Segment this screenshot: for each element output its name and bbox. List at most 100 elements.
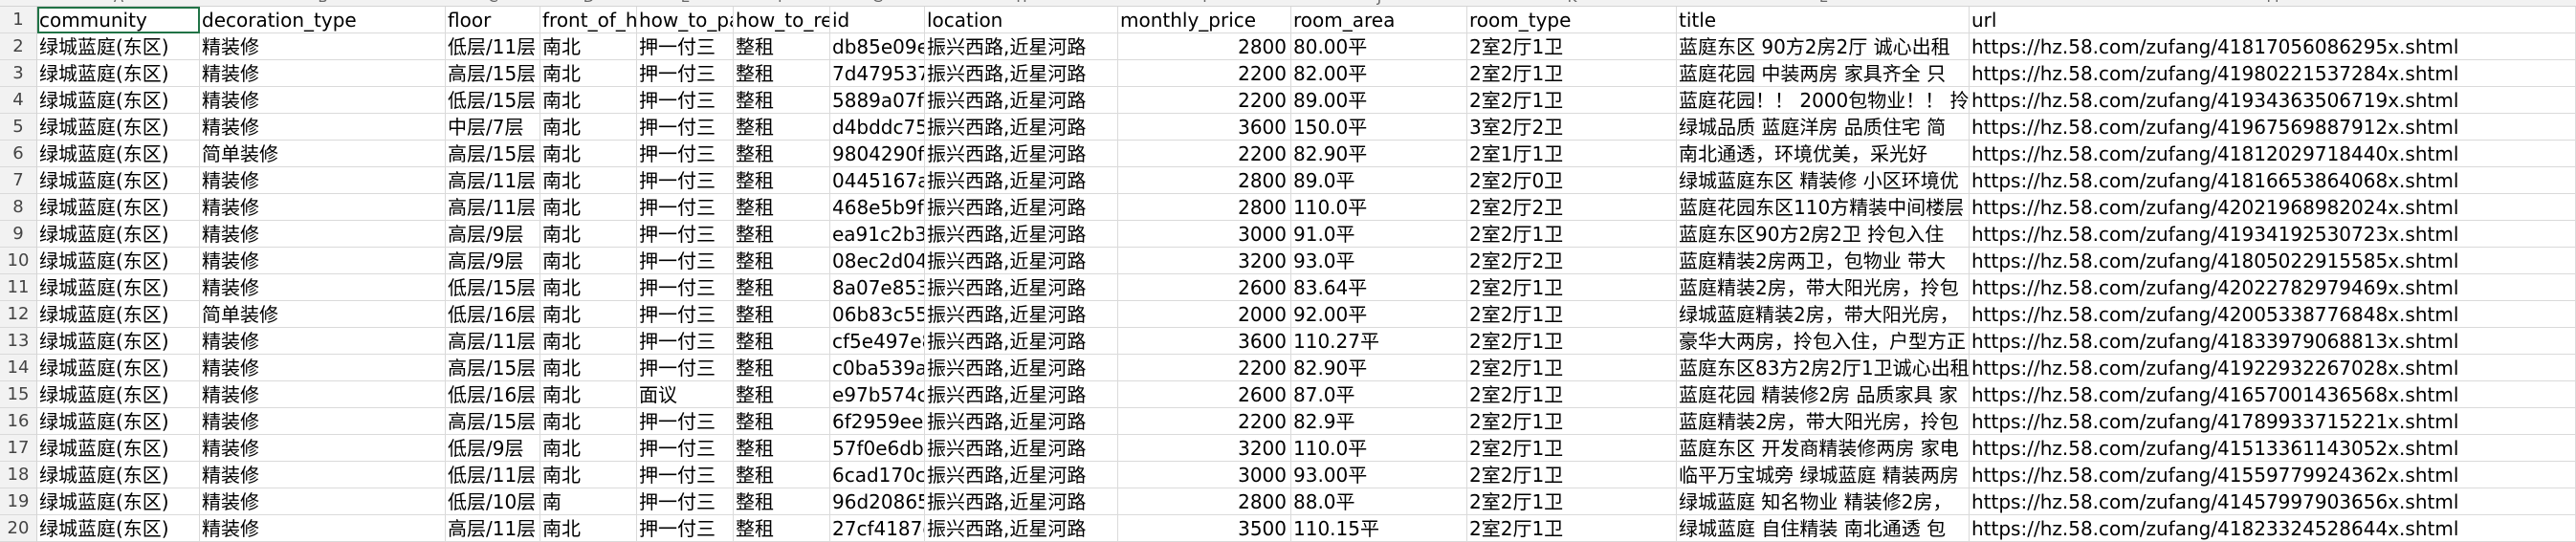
cell-url[interactable]: https://hz.58.com/zufang/42022782979469x… [1970, 274, 2576, 301]
cell-monthly-price[interactable]: 3200 [1118, 248, 1291, 274]
row-number[interactable]: 8 [0, 194, 36, 221]
cell-front-of-house[interactable]: 南北 [540, 221, 637, 248]
cell-title[interactable]: 蓝庭精装2房，带大阳光房，拎包 [1677, 408, 1970, 435]
cell-floor[interactable]: 高层/11层 [446, 194, 540, 221]
cell-url[interactable]: https://hz.58.com/zufang/41980221537284x… [1970, 60, 2576, 87]
cell-how-to-rent[interactable]: 整租 [734, 301, 830, 328]
cell-room-type[interactable]: 2室2厅1卫 [1467, 33, 1677, 60]
cell-how-to-rent[interactable]: 整租 [734, 462, 830, 488]
cell-title[interactable]: 绿城蓝庭 自住精装 南北通透 包 [1677, 515, 1970, 542]
row-number[interactable]: 17 [0, 435, 36, 462]
cell-room-type[interactable]: 3室2厅2卫 [1467, 114, 1677, 141]
cell-title[interactable]: 蓝庭东区 开发商精装修两房 家电 [1677, 435, 1970, 462]
cell-id[interactable]: c0ba539a [830, 355, 925, 381]
cell-community[interactable]: 绿城蓝庭(东区) [37, 328, 200, 355]
cell-floor[interactable]: 高层/15层 [446, 355, 540, 381]
cell-room-area[interactable]: 82.90平 [1291, 141, 1467, 167]
column-letter[interactable]: B [200, 0, 446, 6]
cell-room-type[interactable]: 2室2厅1卫 [1467, 60, 1677, 87]
header-cell-title[interactable]: title [1677, 7, 1970, 33]
cell-how-to-pay[interactable]: 押一付三 [637, 141, 734, 167]
cell-community[interactable]: 绿城蓝庭(东区) [37, 462, 200, 488]
header-cell-monthly-price[interactable]: monthly_price [1118, 7, 1291, 33]
cell-decoration-type[interactable]: 精装修 [200, 435, 446, 462]
cell-front-of-house[interactable]: 南北 [540, 355, 637, 381]
cell-front-of-house[interactable]: 南北 [540, 381, 637, 408]
cell-how-to-rent[interactable]: 整租 [734, 141, 830, 167]
cell-floor[interactable]: 低层/16层 [446, 301, 540, 328]
cell-room-area[interactable]: 92.00平 [1291, 301, 1467, 328]
cell-room-area[interactable]: 88.0平 [1291, 488, 1467, 515]
cell-url[interactable]: https://hz.58.com/zufang/41513361143052x… [1970, 435, 2576, 462]
column-letter[interactable]: L [1677, 0, 1970, 6]
cell-id[interactable]: 5889a07fa [830, 87, 925, 114]
cell-front-of-house[interactable]: 南北 [540, 167, 637, 194]
header-cell-how-to-rent[interactable]: how_to_re [734, 7, 830, 33]
cell-how-to-rent[interactable]: 整租 [734, 408, 830, 435]
cell-monthly-price[interactable]: 2800 [1118, 33, 1291, 60]
cell-id[interactable]: 96d20865 [830, 488, 925, 515]
cell-title[interactable]: 南北通透，环境优美，采光好 [1677, 141, 1970, 167]
cell-title[interactable]: 豪华大两房，拎包入住，户型方正 [1677, 328, 1970, 355]
cell-how-to-pay[interactable]: 押一付三 [637, 167, 734, 194]
header-cell-front-of-house[interactable]: front_of_ho [540, 7, 637, 33]
cell-location[interactable]: 振兴西路,近星河路 [925, 60, 1118, 87]
cell-id[interactable]: 06b83c55 [830, 301, 925, 328]
header-cell-community[interactable]: community [37, 7, 200, 33]
cell-decoration-type[interactable]: 精装修 [200, 33, 446, 60]
cell-community[interactable]: 绿城蓝庭(东区) [37, 408, 200, 435]
cell-monthly-price[interactable]: 3000 [1118, 462, 1291, 488]
cell-location[interactable]: 振兴西路,近星河路 [925, 141, 1118, 167]
cell-front-of-house[interactable]: 南北 [540, 408, 637, 435]
cell-room-type[interactable]: 2室2厅1卫 [1467, 462, 1677, 488]
cell-decoration-type[interactable]: 精装修 [200, 274, 446, 301]
row-number[interactable]: 18 [0, 462, 36, 488]
cell-id[interactable]: db85e09e [830, 33, 925, 60]
row-number[interactable]: 3 [0, 60, 36, 87]
cell-decoration-type[interactable]: 精装修 [200, 194, 446, 221]
cell-location[interactable]: 振兴西路,近星河路 [925, 462, 1118, 488]
cell-room-area[interactable]: 82.90平 [1291, 355, 1467, 381]
cell-id[interactable]: 57f0e6dbc [830, 435, 925, 462]
cell-how-to-pay[interactable]: 押一付三 [637, 462, 734, 488]
cell-how-to-pay[interactable]: 押一付三 [637, 515, 734, 542]
cell-community[interactable]: 绿城蓝庭(东区) [37, 33, 200, 60]
header-cell-room-area[interactable]: room_area [1291, 7, 1467, 33]
cell-location[interactable]: 振兴西路,近星河路 [925, 355, 1118, 381]
cell-room-area[interactable]: 91.0平 [1291, 221, 1467, 248]
cell-floor[interactable]: 低层/10层 [446, 488, 540, 515]
row-number[interactable]: 19 [0, 488, 36, 515]
column-letter[interactable]: G [830, 0, 925, 6]
cell-how-to-rent[interactable]: 整租 [734, 328, 830, 355]
cell-how-to-pay[interactable]: 押一付三 [637, 248, 734, 274]
cell-floor[interactable]: 低层/15层 [446, 87, 540, 114]
cell-community[interactable]: 绿城蓝庭(东区) [37, 60, 200, 87]
row-number[interactable]: 14 [0, 355, 36, 381]
cell-front-of-house[interactable]: 南北 [540, 87, 637, 114]
cell-monthly-price[interactable]: 2200 [1118, 87, 1291, 114]
cell-location[interactable]: 振兴西路,近星河路 [925, 515, 1118, 542]
cell-id[interactable]: 7d479537 [830, 60, 925, 87]
cell-monthly-price[interactable]: 3500 [1118, 515, 1291, 542]
cell-room-area[interactable]: 89.00平 [1291, 87, 1467, 114]
cell-title[interactable]: 蓝庭东区83方2房2厅1卫诚心出租 [1677, 355, 1970, 381]
cell-front-of-house[interactable]: 南北 [540, 462, 637, 488]
cell-id[interactable]: 6f2959ee4 [830, 408, 925, 435]
cell-url[interactable]: https://hz.58.com/zufang/41934192530723x… [1970, 221, 2576, 248]
cell-front-of-house[interactable]: 南北 [540, 194, 637, 221]
cell-how-to-rent[interactable]: 整租 [734, 355, 830, 381]
cell-room-area[interactable]: 93.00平 [1291, 462, 1467, 488]
cell-how-to-rent[interactable]: 整租 [734, 114, 830, 141]
row-number[interactable]: 12 [0, 301, 36, 328]
cell-community[interactable]: 绿城蓝庭(东区) [37, 141, 200, 167]
cell-front-of-house[interactable]: 南北 [540, 515, 637, 542]
cell-location[interactable]: 振兴西路,近星河路 [925, 435, 1118, 462]
cell-how-to-pay[interactable]: 押一付三 [637, 488, 734, 515]
cell-title[interactable]: 蓝庭精装2房两卫，包物业 带大 [1677, 248, 1970, 274]
cell-id[interactable]: e97b574c [830, 381, 925, 408]
row-number[interactable]: 16 [0, 408, 36, 435]
cell-decoration-type[interactable]: 精装修 [200, 221, 446, 248]
cell-url[interactable]: https://hz.58.com/zufang/41457997903656x… [1970, 488, 2576, 515]
cell-room-area[interactable]: 82.00平 [1291, 60, 1467, 87]
cell-location[interactable]: 振兴西路,近星河路 [925, 167, 1118, 194]
